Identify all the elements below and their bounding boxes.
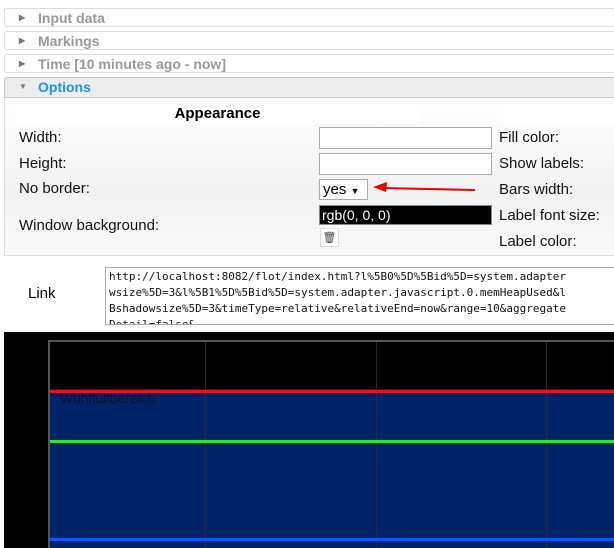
no-border-value: yes (323, 181, 347, 198)
grid-line (205, 342, 206, 548)
window-background-label: Window background: (19, 217, 160, 234)
series-line-green (50, 440, 614, 443)
fill-color-label: Fill color: (499, 129, 560, 146)
appearance-header: Appearance (15, 104, 420, 124)
accordion-time[interactable]: ▶ Time [10 minutes ago - now] (4, 54, 614, 73)
accordion-options[interactable]: ▼ Options (4, 77, 614, 98)
window-background-input[interactable]: rgb(0, 0, 0) (319, 205, 492, 225)
accordion-input-data[interactable]: ▶ Input data (4, 8, 614, 27)
label-color-label: Label color: (499, 233, 577, 250)
accordion-markings[interactable]: ▶ Markings (4, 31, 614, 50)
label-font-size-label: Label font size: (499, 207, 600, 224)
link-label: Link (28, 285, 56, 302)
caret-right-icon: ▶ (19, 59, 26, 68)
options-panel: Appearance Width: Height: No border: yes… (4, 98, 614, 256)
grid-line (376, 342, 377, 548)
no-border-select[interactable]: yes ▼ (319, 179, 368, 200)
caret-right-icon: ▶ (19, 36, 26, 45)
link-section: Link http://localhost:8082/flot/index.ht… (0, 258, 614, 330)
series-line-blue (50, 538, 614, 541)
marking-band (50, 389, 614, 548)
grid-line (546, 342, 547, 548)
show-labels-label: Show labels: (499, 155, 585, 172)
marking-label: Wohlfüllbereich (60, 390, 156, 406)
dropdown-arrow-icon: ▼ (350, 186, 360, 196)
right-header (497, 104, 614, 124)
no-border-label: No border: (19, 180, 90, 197)
chart-preview: Wohlfüllbereich (4, 332, 614, 548)
bars-width-label: Bars width: (499, 181, 574, 198)
height-label: Height: (19, 155, 67, 172)
link-textarea[interactable]: http://localhost:8082/flot/index.html?l%… (105, 267, 614, 325)
width-label: Width: (19, 129, 62, 146)
height-input[interactable] (319, 153, 492, 175)
width-input[interactable] (319, 127, 492, 149)
caret-right-icon: ▶ (19, 13, 26, 22)
caret-down-icon: ▼ (19, 82, 27, 91)
red-arrow-annotation (373, 182, 476, 192)
trash-icon[interactable]: 🗑 (320, 228, 339, 247)
